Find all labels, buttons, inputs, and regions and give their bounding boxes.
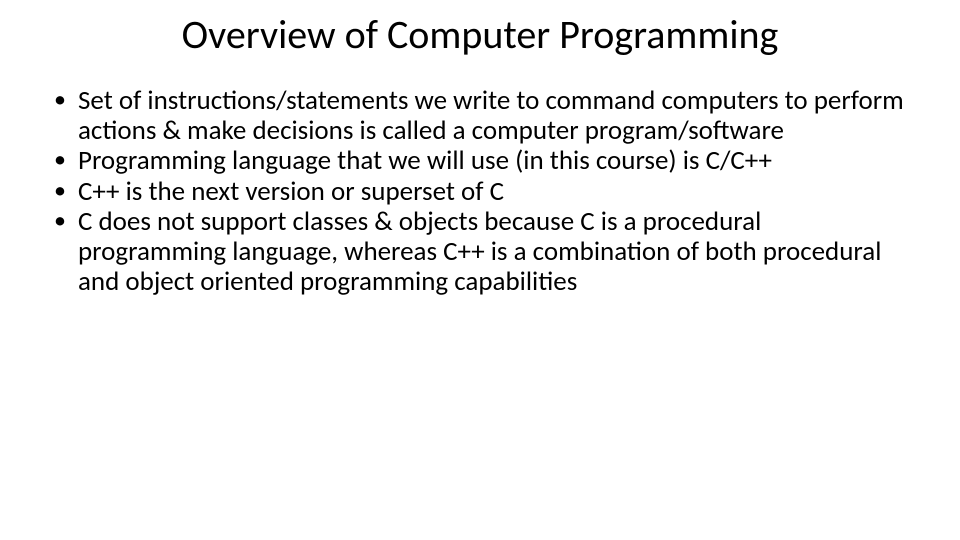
bullet-item: Set of instructions/statements we write … bbox=[50, 86, 910, 146]
slide-title: Overview of Computer Programming bbox=[160, 12, 800, 58]
bullet-item: Programming language that we will use (i… bbox=[50, 146, 910, 176]
bullet-item: C does not support classes & objects bec… bbox=[50, 207, 910, 298]
bullet-item: C++ is the next version or superset of C bbox=[50, 177, 910, 207]
slide: Overview of Computer Programming Set of … bbox=[0, 0, 960, 540]
bullet-list: Set of instructions/statements we write … bbox=[40, 86, 920, 298]
